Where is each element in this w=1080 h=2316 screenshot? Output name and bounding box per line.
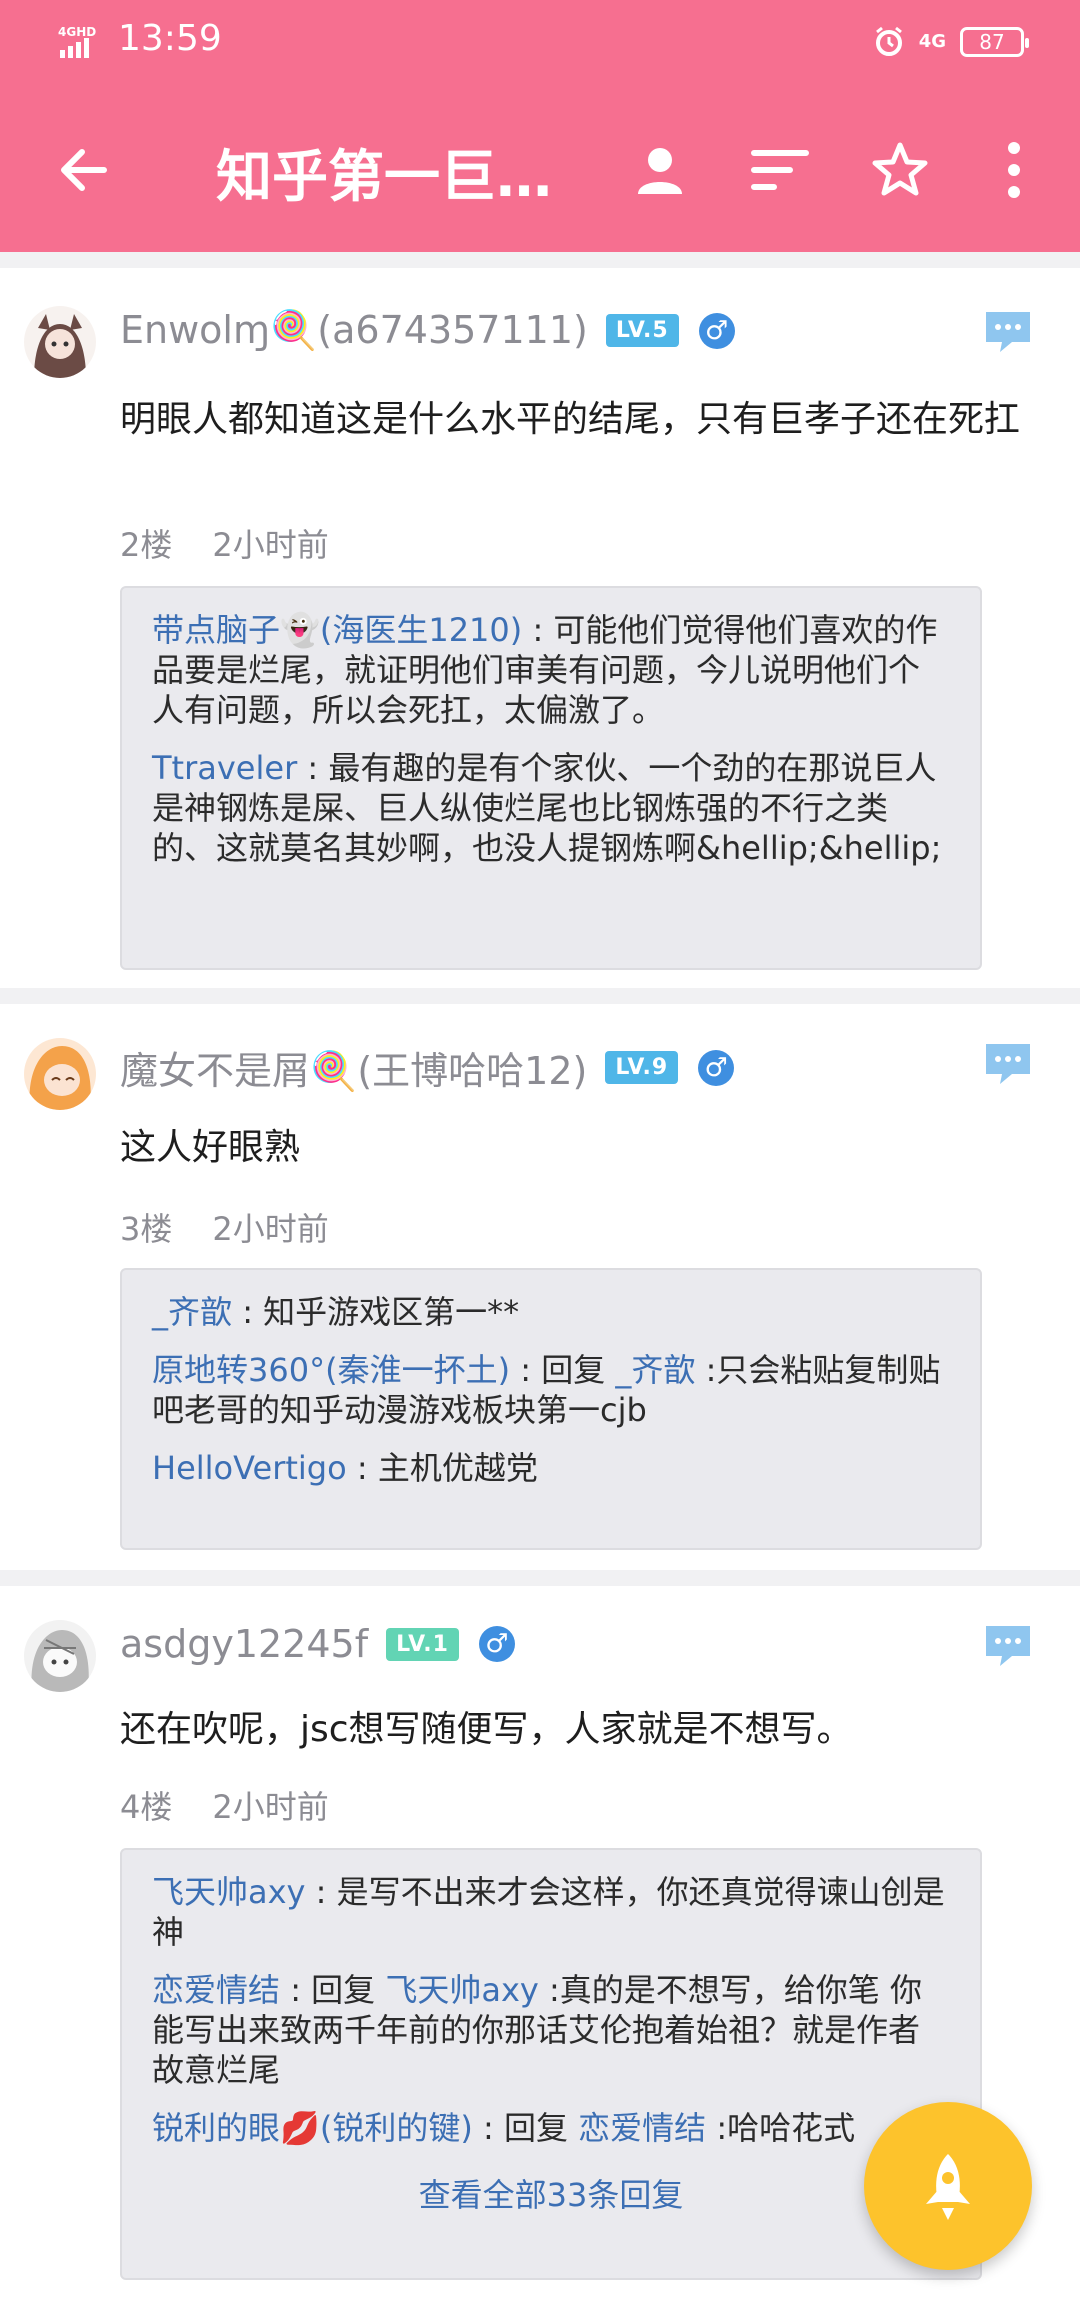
reply-target[interactable]: _齐歆 [615,1351,695,1389]
comment-item[interactable]: 魔女不是屑🍭(王博哈哈12) LV.9 ♂ 这人好眼熟 3楼 2小时前 _齐歆 :… [0,1004,1080,1564]
svg-text:4GHD: 4GHD [58,25,96,39]
comment-bubble-icon[interactable] [982,1622,1034,1670]
reply-item[interactable]: HelloVertigo : 主机优越党 [152,1448,950,1488]
reply-target[interactable]: 恋爱情结 [578,2109,706,2147]
comment-meta: 4楼 2小时前 [120,1782,329,1828]
divider [0,252,1080,268]
reply-text: 主机优越党 [377,1449,538,1487]
reply-separator: : [232,1293,264,1331]
comment-bubble-icon[interactable] [982,308,1034,356]
post-time: 2小时前 [212,526,329,564]
reply-separator: : [297,749,329,787]
reply-item[interactable]: 原地转360°(秦淮一抔土) : 回复 _齐歆 :只会粘贴复制贴吧老哥的知乎动漫… [152,1350,950,1430]
level-badge: LV.1 [386,1627,459,1661]
avatar[interactable] [24,306,96,378]
username[interactable]: Enwolɱ🍭(a674357111) [120,308,588,353]
reply-text: :哈哈花式 [706,2109,856,2147]
avatar[interactable] [24,1620,96,1692]
more-vertical-icon[interactable] [974,130,1054,210]
reply-separator: : [510,1351,542,1389]
reply-item[interactable]: Ttraveler : 最有趣的是有个家伙、一个劲的在那说巨人是神钢炼是屎、巨人… [152,748,950,868]
reply-separator: : [522,611,554,649]
scroll-top-button[interactable] [864,2102,1032,2270]
floor-number: 3楼 [120,1210,173,1248]
reply-author[interactable]: 带点脑子👻(海医生1210) [152,611,522,649]
star-icon[interactable] [860,130,940,210]
rocket-icon [926,2154,970,2220]
reply-item[interactable]: 带点脑子👻(海医生1210) : 可能他们觉得他们喜欢的作品要是烂尾，就证明他们… [152,610,950,730]
network-indicator: 4G [918,31,946,52]
reply-separator: : [280,1971,312,2009]
gender-male-icon: ♂ [698,312,735,349]
reply-author[interactable]: 飞天帅axy [152,1873,306,1911]
level-badge: LV.5 [605,314,679,347]
app-bar: 4GHD 13:59 4G 87 知乎第一巨… [0,0,1080,252]
comment-meta: 2楼 2小时前 [120,520,329,566]
back-arrow-icon[interactable] [44,130,124,210]
status-right: 4G 87 [873,22,1029,62]
reply-item[interactable]: 恋爱情结 : 回复 飞天帅axy :真的是不想写，给你笔 你能写出来致两千年前的… [152,1970,950,2090]
reply-target[interactable]: 飞天帅axy [385,1971,539,2009]
username[interactable]: asdgy12245f [120,1622,368,1666]
status-time: 13:59 [118,18,222,59]
view-all-replies-link[interactable]: 查看全部33条回复 [152,2170,950,2216]
floor-number: 4楼 [120,1788,173,1826]
reply-separator: : [305,1873,337,1911]
reply-separator: : [346,1449,378,1487]
gender-male-icon: ♂ [698,1049,735,1086]
alarm-icon [875,26,902,56]
status-bar: 4GHD 13:59 4G 87 [0,0,1080,84]
reply-box[interactable]: _齐歆 : 知乎游戏区第一** 原地转360°(秦淮一抔土) : 回复 _齐歆 … [120,1268,982,1550]
divider [0,1570,1080,1586]
username[interactable]: 魔女不是屑🍭(王博哈哈12) [120,1040,587,1095]
comment-meta: 3楼 2小时前 [120,1204,329,1250]
post-time: 2小时前 [212,1210,329,1248]
username-row[interactable]: asdgy12245f LV.1 ♂ [120,1622,515,1666]
page-title: 知乎第一巨… [216,145,552,210]
reply-box[interactable]: 飞天帅axy : 是写不出来才会这样，你还真觉得谏山创是神 恋爱情结 : 回复 … [120,1848,982,2280]
reply-box[interactable]: 带点脑子👻(海医生1210) : 可能他们觉得他们喜欢的作品要是烂尾，就证明他们… [120,586,982,970]
reply-separator: : [472,2109,504,2147]
username-row[interactable]: 魔女不是屑🍭(王博哈哈12) LV.9 ♂ [120,1040,735,1095]
toolbar: 知乎第一巨… [0,110,1080,230]
reply-item[interactable]: _齐歆 : 知乎游戏区第一** [152,1292,950,1332]
reply-author[interactable]: 锐利的眼💋(锐利的键) [152,2109,473,2147]
comment-text: 明眼人都知道这是什么水平的结尾，只有巨孝子还在死扛 [120,399,1021,440]
gender-male-icon: ♂ [478,1626,515,1662]
post-time: 2小时前 [212,1788,329,1826]
avatar[interactable] [24,1038,96,1110]
reply-item[interactable]: 飞天帅axy : 是写不出来才会这样，你还真觉得谏山创是神 [152,1872,950,1952]
reply-item[interactable]: 锐利的眼💋(锐利的键) : 回复 恋爱情结 :哈哈花式 [152,2108,950,2148]
reply-text: 知乎游戏区第一** [263,1293,520,1331]
level-badge: LV.9 [605,1051,679,1084]
user-icon[interactable] [620,130,700,210]
reply-prefix: 回复 [311,1971,386,2009]
reply-author[interactable]: Ttraveler [152,749,297,787]
comment-feed: Enwolɱ🍭(a674357111) LV.5 ♂ 明眼人都知道这是什么水平的… [0,252,1080,2316]
reply-prefix: 回复 [541,1351,616,1389]
divider [0,988,1080,1004]
comment-item[interactable]: Enwolɱ🍭(a674357111) LV.5 ♂ 明眼人都知道这是什么水平的… [0,268,1080,988]
signal-icon: 4GHD [58,25,96,58]
reply-prefix: 回复 [503,2109,579,2147]
sort-icon[interactable] [740,130,820,210]
reply-author[interactable]: 恋爱情结 [152,1971,280,2009]
reply-author[interactable]: HelloVertigo [152,1449,347,1487]
comment-text: 这人好眼熟 [120,1127,301,1168]
floor-number: 2楼 [120,526,173,564]
comment-bubble-icon[interactable] [982,1040,1034,1088]
username-row[interactable]: Enwolɱ🍭(a674357111) LV.5 ♂ [120,308,735,353]
reply-author[interactable]: 原地转360°(秦淮一抔土) [152,1351,510,1389]
battery-indicator: 87 [960,27,1029,57]
comment-text: 还在吹呢，jsc想写随便写，人家就是不想写。 [120,1709,853,1750]
reply-author[interactable]: _齐歆 [152,1293,232,1331]
